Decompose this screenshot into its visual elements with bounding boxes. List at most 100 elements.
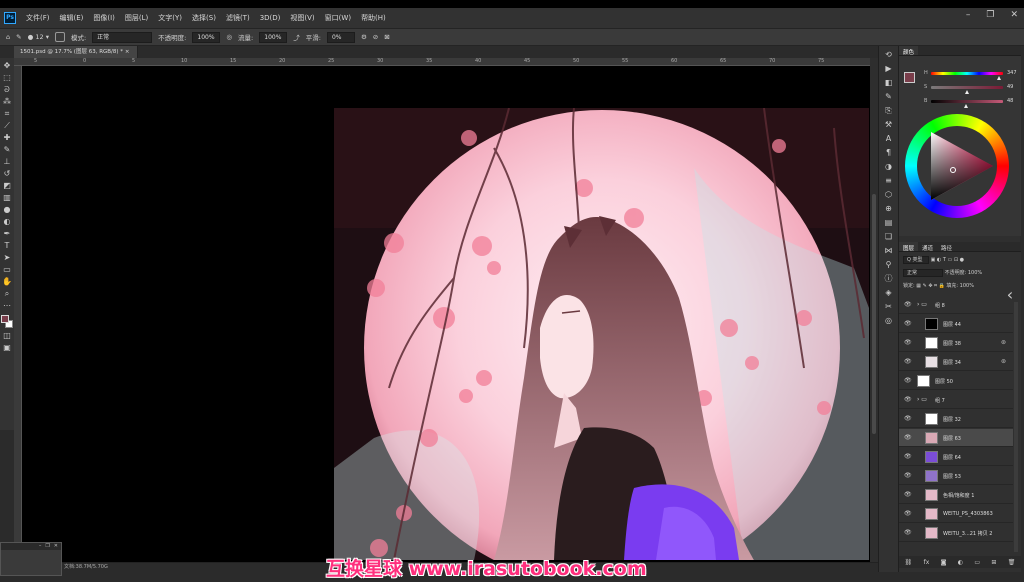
saturation-value[interactable]: 49	[1007, 84, 1013, 90]
properties-icon[interactable]: ≡	[883, 176, 895, 186]
brightness-slider[interactable]	[931, 100, 1003, 103]
layer-group-row[interactable]: 👁 › ▭ 组 7	[899, 391, 1013, 409]
visibility-eye-icon[interactable]: 👁	[904, 358, 912, 365]
visibility-eye-icon[interactable]: 👁	[904, 377, 912, 384]
stamp-icon[interactable]: ⊥	[2, 156, 13, 167]
menu-image[interactable]: 图像(I)	[88, 13, 120, 23]
play-icon[interactable]: ▶	[883, 64, 895, 74]
layer-row[interactable]: 👁 图层 63	[899, 429, 1013, 447]
clone-source-icon[interactable]: ⎘	[883, 106, 895, 116]
blend-mode-select[interactable]: 正常	[903, 269, 943, 277]
visibility-eye-icon[interactable]: 👁	[904, 434, 912, 441]
adjust-icon[interactable]: ◑	[883, 162, 895, 172]
mode-select[interactable]: 正常	[92, 31, 153, 43]
swatch-icon[interactable]: ◧	[883, 78, 895, 88]
symmetry-icon[interactable]: ⊠	[384, 33, 389, 41]
menu-window[interactable]: 窗口(W)	[320, 13, 356, 23]
menu-file[interactable]: 文件(F)	[21, 13, 55, 23]
layer-group-row[interactable]: 👁 › ▭ 组 8	[899, 296, 1013, 314]
marquee-icon[interactable]: ⬚	[2, 72, 13, 83]
layer-row[interactable]: 👁 图层 32	[899, 410, 1013, 428]
fx-icon[interactable]: fx	[924, 559, 930, 566]
close-tab-icon[interactable]: ×	[125, 49, 130, 55]
filter-icons[interactable]: ▣ ◐ T ▭ ⊡ ●	[931, 257, 964, 263]
layer-row[interactable]: 👁 图层 38 ⊛	[899, 334, 1013, 352]
close-button[interactable]: ✕	[1010, 10, 1018, 20]
link-icon[interactable]: ⛓	[905, 559, 913, 566]
minimize-button[interactable]: –	[966, 10, 971, 20]
tab-paths[interactable]: 路径	[937, 242, 956, 252]
tab-layers[interactable]: 图层	[899, 242, 919, 252]
fill-value[interactable]: 100%	[960, 283, 974, 289]
zoom-icon[interactable]: ⌕	[2, 288, 13, 299]
opacity-field[interactable]: 100%	[192, 31, 221, 43]
layer-effect-icon[interactable]: ⊛	[1001, 339, 1006, 346]
type-icon[interactable]: T	[2, 240, 13, 251]
mini-minimize-button[interactable]: –	[39, 543, 42, 550]
layer-row[interactable]: 👁 色相/饱和度 1	[899, 486, 1013, 504]
shape-icon[interactable]: ▭	[2, 264, 13, 275]
menu-help[interactable]: 帮助(H)	[356, 13, 391, 23]
brightness-knob[interactable]	[964, 104, 968, 108]
color-triangle[interactable]	[917, 126, 997, 206]
floating-mini-window[interactable]: – ❐ ✕	[0, 542, 62, 576]
mask-icon[interactable]: ◙	[941, 559, 947, 566]
navigator-icon[interactable]: ⚲	[883, 260, 895, 270]
blur-icon[interactable]: ●	[2, 204, 13, 215]
brush-settings-icon[interactable]: ✎	[883, 92, 895, 102]
color-panel-foreground-swatch[interactable]	[904, 72, 915, 83]
visibility-eye-icon[interactable]: 👁	[904, 510, 912, 517]
quick-mask-icon[interactable]: ◫	[2, 330, 13, 341]
dodge-icon[interactable]: ◐	[2, 216, 13, 227]
menu-3d[interactable]: 3D(D)	[255, 14, 286, 22]
actions-icon[interactable]: ◈	[883, 288, 895, 298]
folder-icon[interactable]: › ▭	[917, 396, 927, 403]
new-layer-icon[interactable]: ⊞	[991, 559, 996, 566]
lock-icons[interactable]: ▦ ✎ ✥ ⌗ 🔒	[916, 283, 946, 289]
hand-icon[interactable]: ✋	[2, 276, 13, 287]
menu-edit[interactable]: 编辑(E)	[55, 13, 89, 23]
visibility-eye-icon[interactable]: 👁	[904, 491, 912, 498]
menu-layer[interactable]: 图层(L)	[120, 13, 153, 23]
layer-opacity-value[interactable]: 100%	[968, 270, 982, 276]
visibility-eye-icon[interactable]: 👁	[904, 396, 912, 403]
move-icon[interactable]: ✥	[2, 60, 13, 71]
layers-panel-icon[interactable]: ❏	[883, 232, 895, 242]
quick-select-icon[interactable]: ⁂	[2, 96, 13, 107]
canvas-area[interactable]	[22, 66, 870, 562]
flow-field[interactable]: 100%	[259, 31, 288, 43]
menu-type[interactable]: 文字(Y)	[153, 13, 187, 23]
visibility-eye-icon[interactable]: 👁	[904, 453, 912, 460]
tab-channels[interactable]: 通道	[918, 242, 937, 252]
hue-slider[interactable]	[931, 72, 1003, 75]
visibility-eye-icon[interactable]: 👁	[904, 415, 912, 422]
path-select-icon[interactable]: ➤	[2, 252, 13, 263]
pressure-size-icon[interactable]: ⊘	[373, 33, 378, 41]
scrollbar-thumb[interactable]	[872, 194, 876, 434]
brightness-value[interactable]: 48	[1007, 98, 1013, 104]
layer-row[interactable]: 👁 图层 64	[899, 448, 1013, 466]
channels-icon[interactable]: ⊕	[883, 204, 895, 214]
menu-select[interactable]: 选择(S)	[187, 13, 221, 23]
brush-icon[interactable]: ✎	[2, 144, 13, 155]
eraser-icon[interactable]: ◩	[2, 180, 13, 191]
paragraph-icon[interactable]: ¶	[883, 148, 895, 158]
lasso-icon[interactable]: ᘐ	[2, 84, 13, 95]
trash-icon[interactable]: 🗑	[1008, 559, 1016, 566]
layer-row[interactable]: 👁 图层 53	[899, 467, 1013, 485]
folder-icon[interactable]: › ▭	[917, 301, 927, 308]
layer-row[interactable]: 👁 图层 34 ⊛	[899, 353, 1013, 371]
smooth-field[interactable]: 0%	[326, 31, 355, 43]
eyedropper-icon[interactable]: ⟋	[2, 120, 13, 131]
foreground-color-swatch[interactable]	[1, 315, 9, 323]
healing-icon[interactable]: ✚	[2, 132, 13, 143]
library-icon[interactable]: ▤	[883, 218, 895, 228]
brush-tool-icon[interactable]: ✎	[16, 33, 21, 41]
document-tab[interactable]: 1501.psd @ 17.7% (图层 63, RGB/8) * ×	[14, 46, 138, 58]
layer-filter-select[interactable]: Q 类型	[903, 256, 929, 264]
color-wheel[interactable]	[905, 114, 1009, 218]
restore-button[interactable]: ❐	[986, 10, 994, 20]
pressure-opacity-icon[interactable]: ◎	[226, 33, 232, 41]
menu-view[interactable]: 视图(V)	[285, 13, 319, 23]
artwork-canvas[interactable]	[334, 108, 869, 560]
